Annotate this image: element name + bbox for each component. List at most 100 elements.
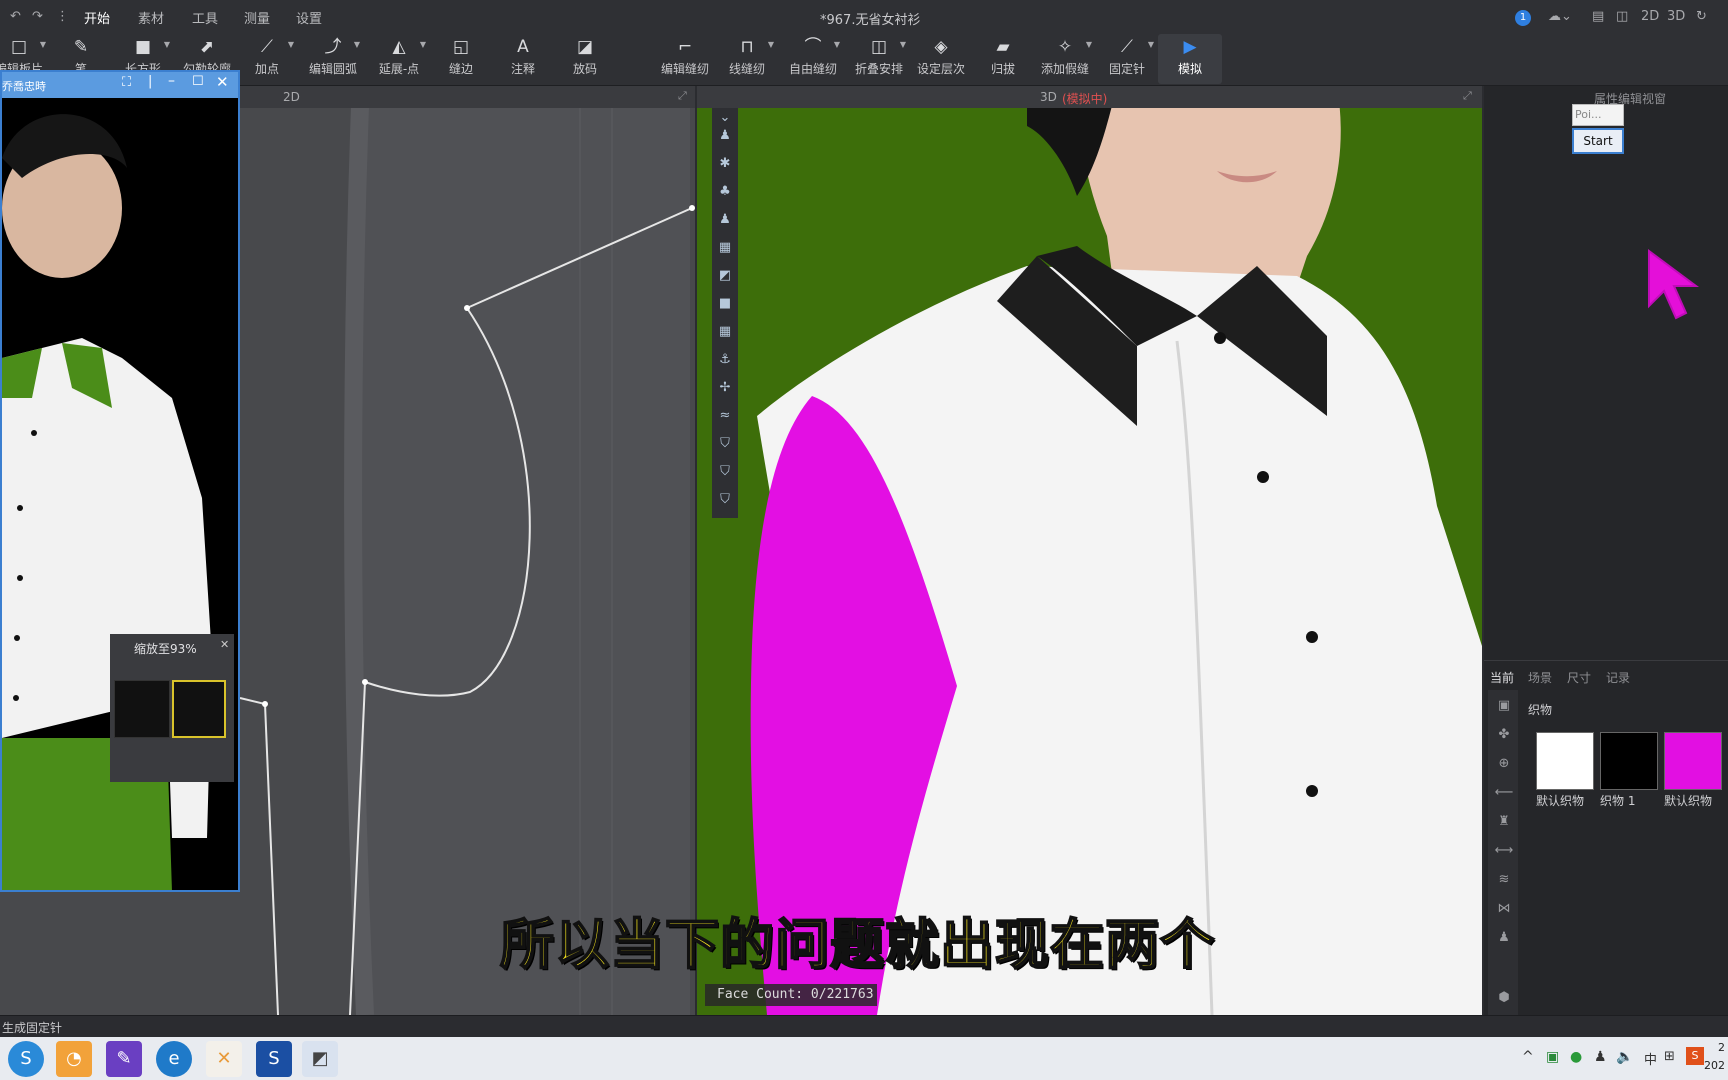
buttonhole-icon[interactable]: ⊕ xyxy=(1492,752,1516,776)
topstitch-icon[interactable]: ⟷ xyxy=(1492,839,1516,863)
avatar-show-icon[interactable]: ♟ xyxy=(715,210,735,230)
fabric-section-title: 织物 xyxy=(1528,703,1553,717)
s-app-icon[interactable]: S xyxy=(256,1041,292,1077)
tab-current[interactable]: 当前 xyxy=(1490,669,1514,686)
close-icon[interactable]: ✕ xyxy=(220,638,229,651)
fabric-swatch-default-2[interactable] xyxy=(1664,732,1722,790)
browser-icon[interactable]: e xyxy=(156,1041,192,1077)
shirt-icon[interactable]: ⛉ xyxy=(715,434,735,454)
clo-icon[interactable]: ◩ xyxy=(302,1041,338,1077)
layout-single-icon[interactable]: ▤ xyxy=(1592,9,1604,24)
start-button[interactable]: Start xyxy=(1572,128,1624,154)
more-icon[interactable]: ⋮ xyxy=(56,9,69,24)
tool-simulate[interactable]: ▶ 模拟 xyxy=(1158,34,1222,84)
tab-size[interactable]: 尺寸 xyxy=(1567,669,1591,686)
zipper-icon[interactable]: ⟵ xyxy=(1492,781,1516,805)
menu-tools[interactable]: 工具 xyxy=(192,8,218,27)
input-method-indicator[interactable]: 中 xyxy=(1644,1049,1657,1068)
fit-icon[interactable]: ⛶ xyxy=(122,75,131,90)
wechat-icon[interactable]: ◔ xyxy=(56,1041,92,1077)
refresh-icon[interactable]: ↻ xyxy=(1696,9,1707,24)
avatar-walk-icon[interactable]: ✱ xyxy=(715,154,735,174)
fabric-swatch-1[interactable] xyxy=(1600,732,1658,790)
avatar-icon[interactable]: ♟ xyxy=(1492,926,1516,950)
preview-window-titlebar[interactable]: 乔喬忠時 ⛶ | – ☐ ✕ xyxy=(2,72,238,98)
tool-shrink[interactable]: ▰ 归拔 xyxy=(968,34,1038,84)
menu-measure[interactable]: 测量 xyxy=(244,8,270,27)
texture-icon[interactable]: ▦ xyxy=(715,238,735,258)
avatar-arrange-icon[interactable]: ♣ xyxy=(715,182,735,202)
preview-window-title: 乔喬忠時 xyxy=(2,80,46,93)
avatar-thumbnail[interactable] xyxy=(172,680,226,738)
cube-icon[interactable]: ⬢ xyxy=(1492,986,1516,1010)
stretch-icon[interactable]: ✢ xyxy=(715,378,735,398)
menu-start[interactable]: 开始 xyxy=(84,8,110,27)
menu-material[interactable]: 素材 xyxy=(138,8,164,27)
pattern-stitch-icon[interactable]: ≋ xyxy=(1492,868,1516,892)
tool-label: 编辑圆弧 xyxy=(308,62,357,76)
tray-app-icon[interactable]: ▣ xyxy=(1546,1049,1559,1065)
expand-icon[interactable]: ⤢ xyxy=(1463,89,1472,103)
mesh-icon[interactable]: ◩ xyxy=(715,266,735,286)
ime-mode-icon[interactable]: ⊞ xyxy=(1664,1049,1675,1064)
tool-segment-sewing[interactable]: ⊓ 线缝纫 ▼ xyxy=(712,34,782,84)
tab-history[interactable]: 记录 xyxy=(1606,669,1630,686)
binding-icon[interactable]: ⋈ xyxy=(1492,897,1516,921)
tool-grading[interactable]: ◪ 放码 xyxy=(550,34,620,84)
minimize-icon[interactable]: – xyxy=(168,73,175,89)
undo-icon[interactable]: ↶ xyxy=(10,9,21,24)
close-icon[interactable]: ✕ xyxy=(216,73,229,91)
tool-add-tack[interactable]: ✧ 添加假缝 ▼ xyxy=(1030,34,1100,84)
trim-icon[interactable]: ♜ xyxy=(1492,810,1516,834)
tool-add-point[interactable]: ⟋ 加点 ▼ xyxy=(232,34,302,84)
view-3d-header: 3D (模拟中) ⤢ xyxy=(697,86,1482,108)
tray-wechat-icon[interactable]: ● xyxy=(1570,1049,1582,1065)
maximize-icon[interactable]: ☐ xyxy=(192,74,204,89)
solid-icon[interactable]: ■ xyxy=(715,294,735,314)
chevron-down-icon[interactable]: ⌄ xyxy=(715,108,735,128)
tool-edit-arc[interactable]: ⤴ 编辑圆弧 ▼ xyxy=(298,34,368,84)
volume-icon[interactable]: 🔈 xyxy=(1616,1049,1633,1065)
tool-free-sewing[interactable]: ⌒ 自由缝纫 ▼ xyxy=(778,34,848,84)
pattern-thumbnail[interactable] xyxy=(114,680,170,738)
tool-set-layer[interactable]: ◈ 设定层次 xyxy=(906,34,976,84)
button-icon[interactable]: ✤ xyxy=(1492,723,1516,747)
sogou-icon[interactable]: S xyxy=(8,1041,44,1077)
tool-label: 延展-点 xyxy=(378,62,420,76)
view-3d[interactable]: Face Count: 0/221763 xyxy=(697,86,1482,1015)
fabric-icon[interactable]: ▣ xyxy=(1492,694,1516,718)
redo-icon[interactable]: ↷ xyxy=(32,9,43,24)
tool-pin[interactable]: ⟋ 固定针 ▼ xyxy=(1092,34,1162,84)
garment-icon[interactable]: ⛉ xyxy=(715,490,735,510)
layout-split-icon[interactable]: ◫ xyxy=(1616,9,1628,24)
expand-icon[interactable]: ⤢ xyxy=(678,89,687,103)
grid-icon[interactable]: ▦ xyxy=(715,322,735,342)
paint-icon[interactable]: ✎ xyxy=(106,1041,142,1077)
wave-icon[interactable]: ≈ xyxy=(715,406,735,426)
poi-field[interactable]: Poi... xyxy=(1572,104,1624,126)
chevron-up-icon[interactable]: ^ xyxy=(1522,1049,1534,1065)
simulate-icon: ▶ xyxy=(1183,37,1197,57)
tool-fold-arrange[interactable]: ◫ 折叠安排 ▼ xyxy=(844,34,914,84)
tool-annotation[interactable]: A 注释 xyxy=(488,34,558,84)
pattern-point xyxy=(464,305,470,311)
anchor-icon[interactable]: ⚓ xyxy=(715,350,735,370)
cloud-icon[interactable]: ☁⌄ xyxy=(1548,9,1572,24)
app-icon[interactable]: ✕ xyxy=(206,1041,242,1077)
avatar-render[interactable] xyxy=(697,86,1482,1015)
shirt-outline-icon[interactable]: ⛉ xyxy=(715,462,735,482)
tool-edit-sewing[interactable]: ⌐ 编辑缝纫 xyxy=(650,34,720,84)
view-2d-button[interactable]: 2D xyxy=(1641,9,1659,24)
tool-extend-point[interactable]: ◭ 延展-点 ▼ xyxy=(364,34,434,84)
sogou-tray-icon[interactable]: S xyxy=(1686,1047,1704,1065)
preview-window[interactable]: 乔喬忠時 ⛶ | – ☐ ✕ 缩放至93% ✕ xyxy=(0,70,240,892)
tray-qq-icon[interactable]: ♟ xyxy=(1594,1049,1607,1065)
avatar-pose-icon[interactable]: ♟ xyxy=(715,126,735,146)
tool-seam-allowance[interactable]: ◱ 缝边 xyxy=(426,34,496,84)
tool-label: 注释 xyxy=(510,62,535,76)
fabric-swatch-default[interactable] xyxy=(1536,732,1594,790)
menu-settings[interactable]: 设置 xyxy=(296,8,322,27)
notification-badge[interactable]: 1 xyxy=(1515,10,1531,26)
tab-scene[interactable]: 场景 xyxy=(1528,669,1552,686)
view-3d-button[interactable]: 3D xyxy=(1667,9,1685,24)
